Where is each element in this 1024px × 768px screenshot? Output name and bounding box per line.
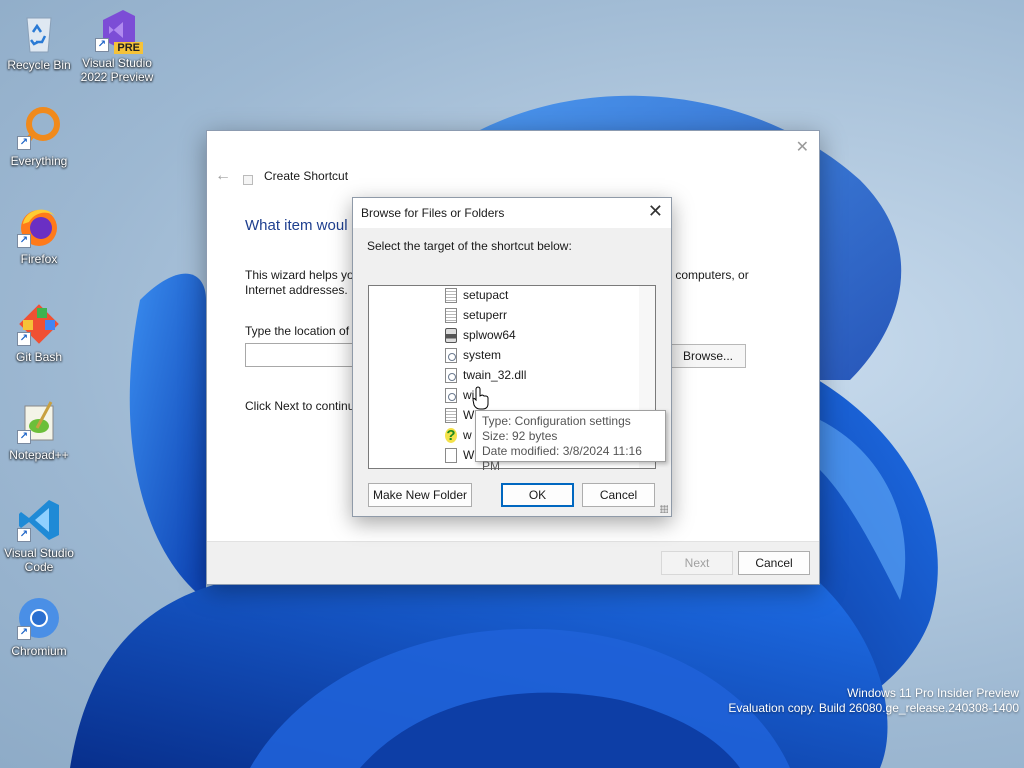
wizard-description: This wizard helps you — [245, 268, 361, 282]
shortcut-arrow-icon: ↗ — [17, 136, 31, 150]
location-label: Type the location of — [245, 324, 350, 338]
tooltip-date: Date modified: 3/8/2024 11:16 PM — [482, 444, 642, 473]
close-icon[interactable]: ✕ — [648, 202, 663, 220]
desktop-icon-label: Firefox — [20, 252, 58, 266]
desktop-icon-everything[interactable]: ↗ Everything — [1, 104, 77, 168]
blank-file-icon — [445, 448, 457, 464]
tree-item-label: setuperr — [463, 308, 508, 322]
notepad-plus-plus-icon: ↗ — [15, 398, 63, 446]
shortcut-arrow-icon: ↗ — [17, 332, 31, 346]
shortcut-arrow-icon: ↗ — [17, 234, 31, 248]
browse-prompt: Select the target of the shortcut below: — [367, 239, 572, 253]
tree-item-label: W — [463, 408, 475, 422]
wizard-description-line2: Internet addresses. — [245, 283, 348, 297]
click-next-text: Click Next to continu — [245, 399, 355, 413]
tooltip-type: Type: Configuration settings — [482, 414, 631, 428]
close-icon[interactable]: ✕ — [796, 137, 809, 157]
browse-dialog-title: Browse for Files or Folders — [361, 206, 505, 220]
printer-app-icon — [445, 328, 457, 344]
next-button[interactable]: Next — [661, 551, 733, 575]
desktop-icon-label: Everything — [10, 154, 68, 168]
shortcut-arrow-icon: ↗ — [95, 38, 109, 52]
text-file-icon — [445, 408, 457, 424]
tree-item[interactable]: ? w — [445, 426, 472, 444]
wizard-heading: What item woul — [245, 217, 348, 234]
cancel-button[interactable]: Cancel — [582, 483, 655, 507]
tree-item[interactable]: W — [445, 406, 474, 424]
resize-grip-icon[interactable] — [660, 505, 668, 513]
tree-item[interactable]: system — [445, 346, 501, 364]
chromium-icon: ↗ — [15, 594, 63, 642]
help-file-icon: ? — [445, 427, 457, 445]
tree-item-label: system — [463, 348, 502, 362]
vscode-icon: ↗ — [15, 496, 63, 544]
watermark-line1: Windows 11 Pro Insider Preview — [847, 686, 1019, 700]
desktop-icon-git-bash[interactable]: ↗ Git Bash — [1, 300, 77, 364]
firefox-icon: ↗ — [15, 202, 63, 250]
shortcut-arrow-icon: ↗ — [17, 626, 31, 640]
tree-item[interactable]: setuperr — [445, 306, 507, 324]
visual-studio-icon: PRE ↗ — [93, 6, 143, 54]
tree-item-label: setupact — [463, 288, 509, 302]
desktop-icon-notepad-plus-plus[interactable]: ↗ Notepad++ — [1, 398, 77, 462]
everything-search-icon: ↗ — [15, 104, 63, 152]
desktop-icon-label: Recycle Bin — [7, 58, 71, 72]
shortcut-arrow-icon: ↗ — [17, 430, 31, 444]
desktop-icon-label: Visual Studio 2022 Preview — [80, 56, 154, 84]
dll-file-icon — [445, 368, 457, 384]
tree-item-label: w — [463, 428, 472, 442]
preview-badge: PRE — [114, 42, 143, 54]
text-file-icon — [445, 288, 457, 304]
desktop-icon-firefox[interactable]: ↗ Firefox — [1, 202, 77, 266]
tree-item[interactable]: W — [445, 446, 474, 464]
settings-file-icon — [445, 388, 457, 404]
shortcut-icon — [243, 175, 253, 185]
tree-item[interactable]: twain_32.dll — [445, 366, 526, 384]
tree-item-label: splwow64 — [463, 328, 516, 342]
desktop-icon-chromium[interactable]: ↗ Chromium — [1, 594, 77, 658]
browse-button[interactable]: Browse... — [670, 344, 746, 368]
tree-item[interactable]: wi — [445, 386, 474, 404]
tree-item[interactable]: splwow64 — [445, 326, 516, 344]
recycle-bin-icon — [15, 8, 63, 56]
tree-item[interactable]: setupact — [445, 286, 508, 304]
desktop-icon-vscode[interactable]: ↗ Visual Studio Code — [1, 496, 77, 574]
desktop-icon-recycle-bin[interactable]: Recycle Bin — [1, 8, 77, 72]
watermark-line2: Evaluation copy. Build 26080.ge_release.… — [728, 701, 1019, 715]
desktop-icon-label: Chromium — [11, 644, 67, 658]
tooltip-size: Size: 92 bytes — [482, 429, 558, 443]
desktop-icon-label: Visual Studio Code — [4, 546, 74, 574]
desktop-icon-label: Notepad++ — [9, 448, 69, 462]
back-arrow-icon[interactable]: ← — [215, 167, 231, 185]
file-info-tooltip: Type: Configuration settings Size: 92 by… — [475, 410, 666, 473]
browse-dialog-titlebar: Browse for Files or Folders ✕ — [353, 198, 671, 228]
desktop-icon-label: Git Bash — [15, 350, 63, 364]
hand-cursor-icon — [472, 386, 489, 410]
ok-button[interactable]: OK — [501, 483, 574, 507]
make-new-folder-button[interactable]: Make New Folder — [368, 483, 472, 507]
tree-item-label: twain_32.dll — [463, 368, 527, 382]
git-bash-icon: ↗ — [15, 300, 63, 348]
settings-file-icon — [445, 348, 457, 364]
wizard-footer: Next Cancel — [207, 541, 819, 584]
wizard-title: Create Shortcut — [264, 169, 349, 183]
cancel-button[interactable]: Cancel — [738, 551, 810, 575]
tree-item-label: W — [463, 448, 475, 462]
windows-watermark: Windows 11 Pro Insider Preview Evaluatio… — [728, 686, 1019, 716]
shortcut-arrow-icon: ↗ — [17, 528, 31, 542]
text-file-icon — [445, 308, 457, 324]
desktop-icon-visual-studio[interactable]: PRE ↗ Visual Studio 2022 Preview — [79, 6, 155, 84]
